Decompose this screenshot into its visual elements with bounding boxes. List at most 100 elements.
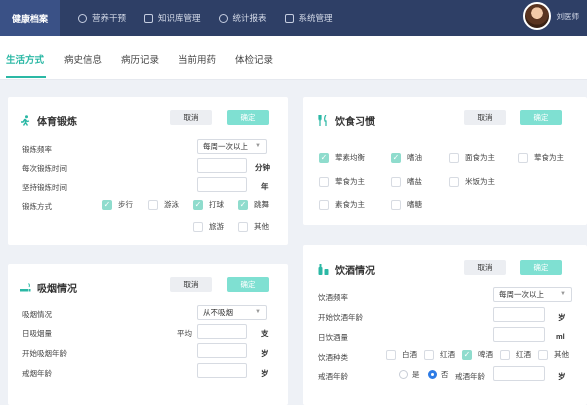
drinking-cancel-button[interactable]: 取消 [464, 260, 506, 275]
diet-confirm-button[interactable]: 确定 [520, 110, 562, 125]
avatar[interactable] [522, 2, 551, 30]
exercise-confirm-button[interactable]: 确定 [227, 110, 269, 125]
checkbox-box [319, 199, 329, 210]
smoking-daily-label: 日吸烟量 [22, 329, 52, 338]
diet-balanced-checkbox[interactable]: ✓ 荤素均衡 [319, 152, 365, 163]
card-title-text: 饮酒情况 [335, 266, 375, 277]
checkbox-box [391, 176, 401, 187]
drinking-quit-age-input[interactable] [493, 366, 545, 381]
diet-veg-checkbox[interactable]: 素食为主 [319, 199, 365, 210]
smoking-start-unit: 岁 [261, 349, 269, 358]
type-wine-checkbox-2[interactable]: 红酒 [500, 349, 531, 360]
checkbox-box [518, 152, 528, 163]
mode-dance-checkbox[interactable]: ✓ 跳舞 [238, 199, 269, 210]
checkbox-box [449, 176, 459, 187]
exercise-time-input[interactable] [197, 158, 247, 173]
nav-item-stats[interactable]: 统计报表 [218, 12, 267, 24]
diet-salt-checkbox[interactable]: 嗜盐 [391, 176, 422, 187]
nav-item-knowledge[interactable]: 知识库管理 [144, 12, 201, 24]
drinking-freq-select[interactable]: 每周一次以上 ▼ [493, 287, 572, 302]
tab-bar: 生活方式 病史信息 病历记录 当前用药 体检记录 [0, 36, 587, 80]
select-value: 每周一次以上 [499, 290, 544, 299]
checkbox-label: 步行 [118, 200, 133, 209]
tab-medication[interactable]: 当前用药 [178, 52, 216, 66]
checkbox-label: 白酒 [402, 350, 417, 359]
mode-swim-checkbox[interactable]: 游泳 [148, 199, 179, 210]
diet-oil-checkbox[interactable]: ✓ 嗜油 [391, 152, 422, 163]
checkbox-label: 荤素均衡 [335, 153, 365, 162]
exercise-years-input[interactable] [197, 177, 247, 192]
checkbox-label: 面食为主 [465, 153, 495, 162]
diet-sugar-checkbox[interactable]: 嗜糖 [391, 199, 422, 210]
checkbox-label: 红酒 [440, 350, 455, 359]
nav-item-label: 知识库管理 [158, 13, 201, 23]
tab-records[interactable]: 病历记录 [121, 52, 159, 66]
exercise-title: 体育锻炼 [20, 113, 77, 128]
diet-title: 饮食习惯 [318, 113, 375, 128]
nav-item-label: 营养干预 [92, 13, 127, 23]
exercise-cancel-button[interactable]: 取消 [170, 110, 212, 125]
nav-item-nutrition[interactable]: 营养干预 [78, 12, 126, 24]
nav-brand[interactable]: 健康档案 [0, 0, 60, 36]
smoking-status-label: 吸烟情况 [22, 310, 52, 319]
type-baijiu-checkbox[interactable]: 白酒 [386, 349, 417, 360]
exercise-card: 体育锻炼 取消 确定 锻炼频率 每周一次以上 ▼ 每次锻炼时间 分钟 坚持锻炼时间… [8, 97, 288, 245]
quit-no-radio[interactable]: 是 [399, 369, 420, 380]
radio-label: 否 [441, 370, 449, 379]
drinking-start-input[interactable] [493, 307, 545, 322]
drinking-card: 饮酒情况 取消 确定 饮酒频率 每周一次以上 ▼ 开始饮酒年龄 岁 日饮酒量 ml… [303, 245, 587, 405]
smoking-quit-input[interactable] [197, 363, 247, 378]
tab-medical-history[interactable]: 病史信息 [64, 52, 102, 66]
radio-circle [399, 370, 408, 379]
exercise-freq-label: 锻炼频率 [22, 145, 52, 154]
checkbox-label: 素食为主 [335, 200, 365, 209]
diet-noodle-checkbox[interactable]: 面食为主 [449, 152, 495, 163]
drinking-daily-unit: ml [556, 332, 565, 341]
smoking-title: 吸烟情况 [20, 280, 77, 295]
mode-other-checkbox[interactable]: 其他 [238, 221, 269, 232]
smoking-start-label: 开始吸烟年龄 [22, 349, 67, 358]
type-wine-checkbox[interactable]: 红酒 [424, 349, 455, 360]
diet-rice-checkbox[interactable]: 米饭为主 [449, 176, 495, 187]
checkbox-box [193, 221, 203, 232]
checkbox-label: 跳舞 [254, 200, 269, 209]
checkbox-label: 游泳 [164, 200, 179, 209]
check-icon: ✓ [462, 349, 472, 360]
drinking-daily-label: 日饮酒量 [318, 333, 348, 342]
drinking-daily-input[interactable] [493, 327, 545, 342]
type-beer-checkbox[interactable]: ✓ 啤酒 [462, 349, 493, 360]
exercise-time-unit: 分钟 [255, 163, 270, 172]
smoking-daily-input[interactable] [197, 324, 247, 339]
diet-meat-checkbox-2[interactable]: 荤食为主 [319, 176, 365, 187]
drinking-type-label: 饮酒种类 [318, 353, 348, 362]
exercise-freq-select[interactable]: 每周一次以上 ▼ [197, 139, 267, 154]
book-icon [144, 13, 154, 23]
select-value: 每周一次以上 [203, 142, 248, 151]
diet-cancel-button[interactable]: 取消 [464, 110, 506, 125]
checkbox-label: 荤食为主 [534, 153, 564, 162]
mode-walk-checkbox[interactable]: ✓ 步行 [102, 199, 133, 210]
diet-meat-checkbox[interactable]: 荤食为主 [518, 152, 564, 163]
checkbox-label: 其他 [554, 350, 569, 359]
user-menu[interactable]: 刘医师 [522, 2, 579, 30]
drinking-start-unit: 岁 [558, 313, 566, 322]
check-icon: ✓ [391, 152, 401, 163]
tab-checkup[interactable]: 体检记录 [235, 52, 273, 66]
checkbox-label: 啤酒 [478, 350, 493, 359]
type-other-checkbox[interactable]: 其他 [538, 349, 569, 360]
cigarette-icon [20, 283, 31, 292]
top-nav-bar: 健康档案 营养干预 知识库管理 统计报表 系统管理 刘医师 [0, 0, 587, 36]
tab-lifestyle[interactable]: 生活方式 [6, 52, 44, 66]
quit-yes-radio[interactable]: 否 [428, 369, 449, 380]
smoking-cancel-button[interactable]: 取消 [170, 277, 212, 292]
nav-item-system[interactable]: 系统管理 [284, 12, 333, 24]
mode-ball-checkbox[interactable]: ✓ 打球 [193, 199, 224, 210]
smoking-confirm-button[interactable]: 确定 [227, 277, 269, 292]
checkbox-label: 米饭为主 [465, 177, 495, 186]
smoking-start-input[interactable] [197, 343, 247, 358]
smoking-status-select[interactable]: 从不吸烟 ▼ [197, 305, 267, 320]
chevron-down-icon: ▼ [560, 291, 566, 297]
checkbox-box [391, 199, 401, 210]
mode-travel-checkbox[interactable]: 旅游 [193, 221, 224, 232]
drinking-confirm-button[interactable]: 确定 [520, 260, 562, 275]
